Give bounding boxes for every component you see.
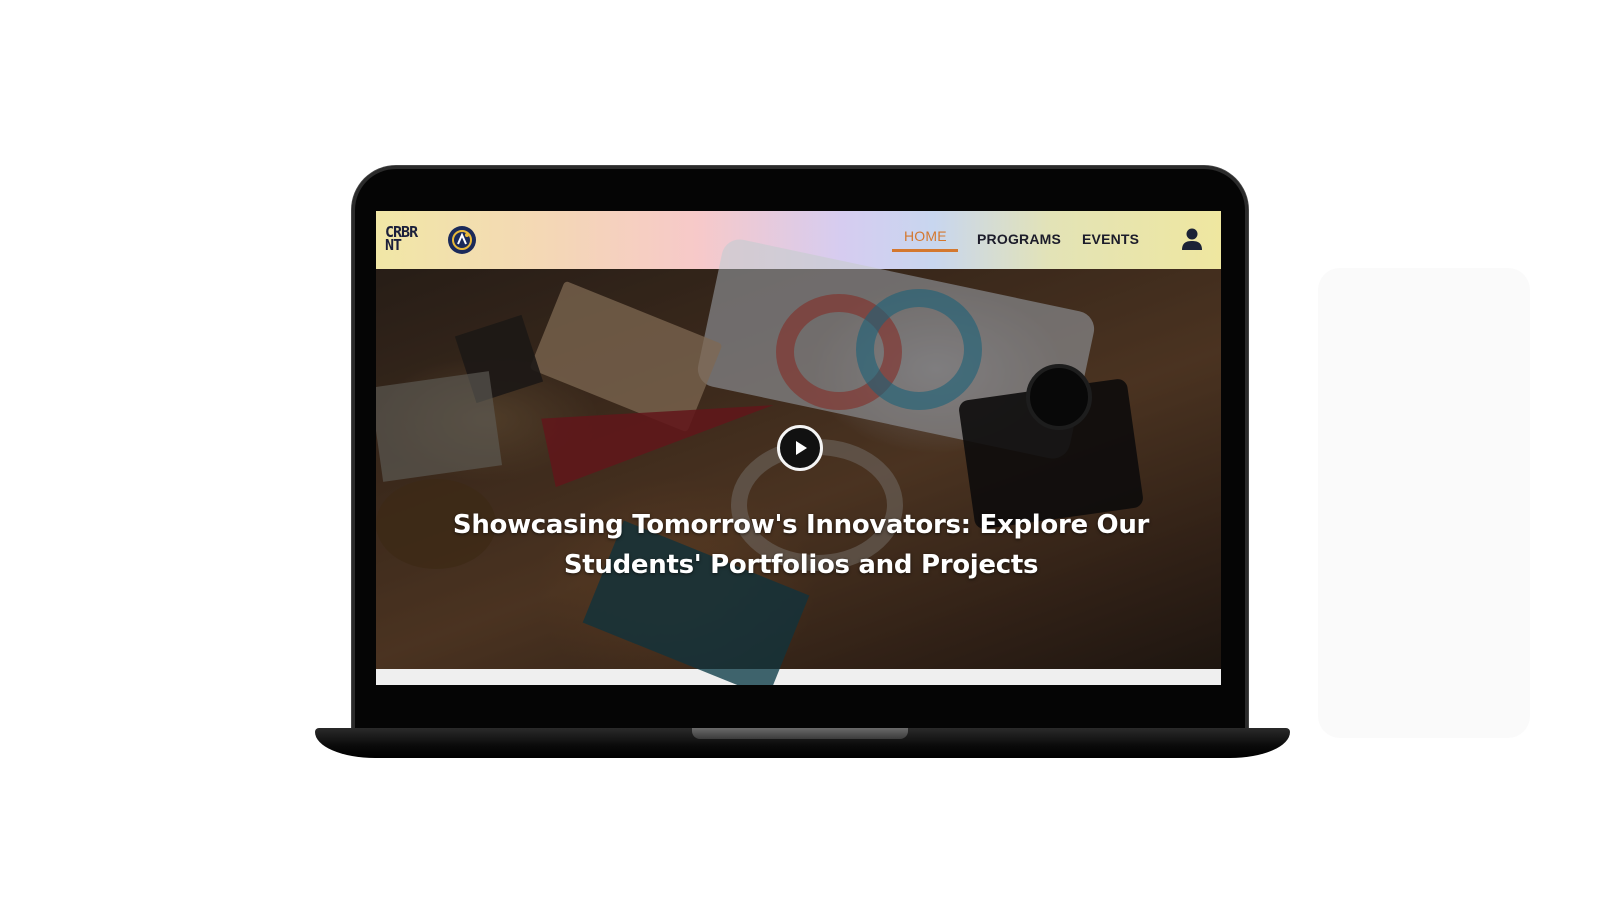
hero-banner: Showcasing Tomorrow's Innovators: Explor… [376,236,1221,685]
play-icon [796,441,807,455]
active-tab-indicator [892,249,958,252]
background-reflection [1318,268,1530,738]
secondary-logo-icon[interactable] [448,226,476,254]
play-video-button[interactable] [777,425,823,471]
nav-programs[interactable]: PROGRAMS [977,231,1061,247]
nav-home[interactable]: HOME [904,228,947,244]
brand-logo[interactable]: CRBR NT [385,224,439,254]
nav-events[interactable]: EVENTS [1082,231,1139,247]
logo-text-bottom: NT [385,236,402,254]
laptop-screen: CRBR NT HOME PROGRAMS EVENTS Showcasing … [376,211,1221,685]
hero-title: Showcasing Tomorrow's Innovators: Explor… [452,510,1150,580]
user-icon[interactable] [1181,227,1203,251]
laptop-hinge [692,728,908,739]
